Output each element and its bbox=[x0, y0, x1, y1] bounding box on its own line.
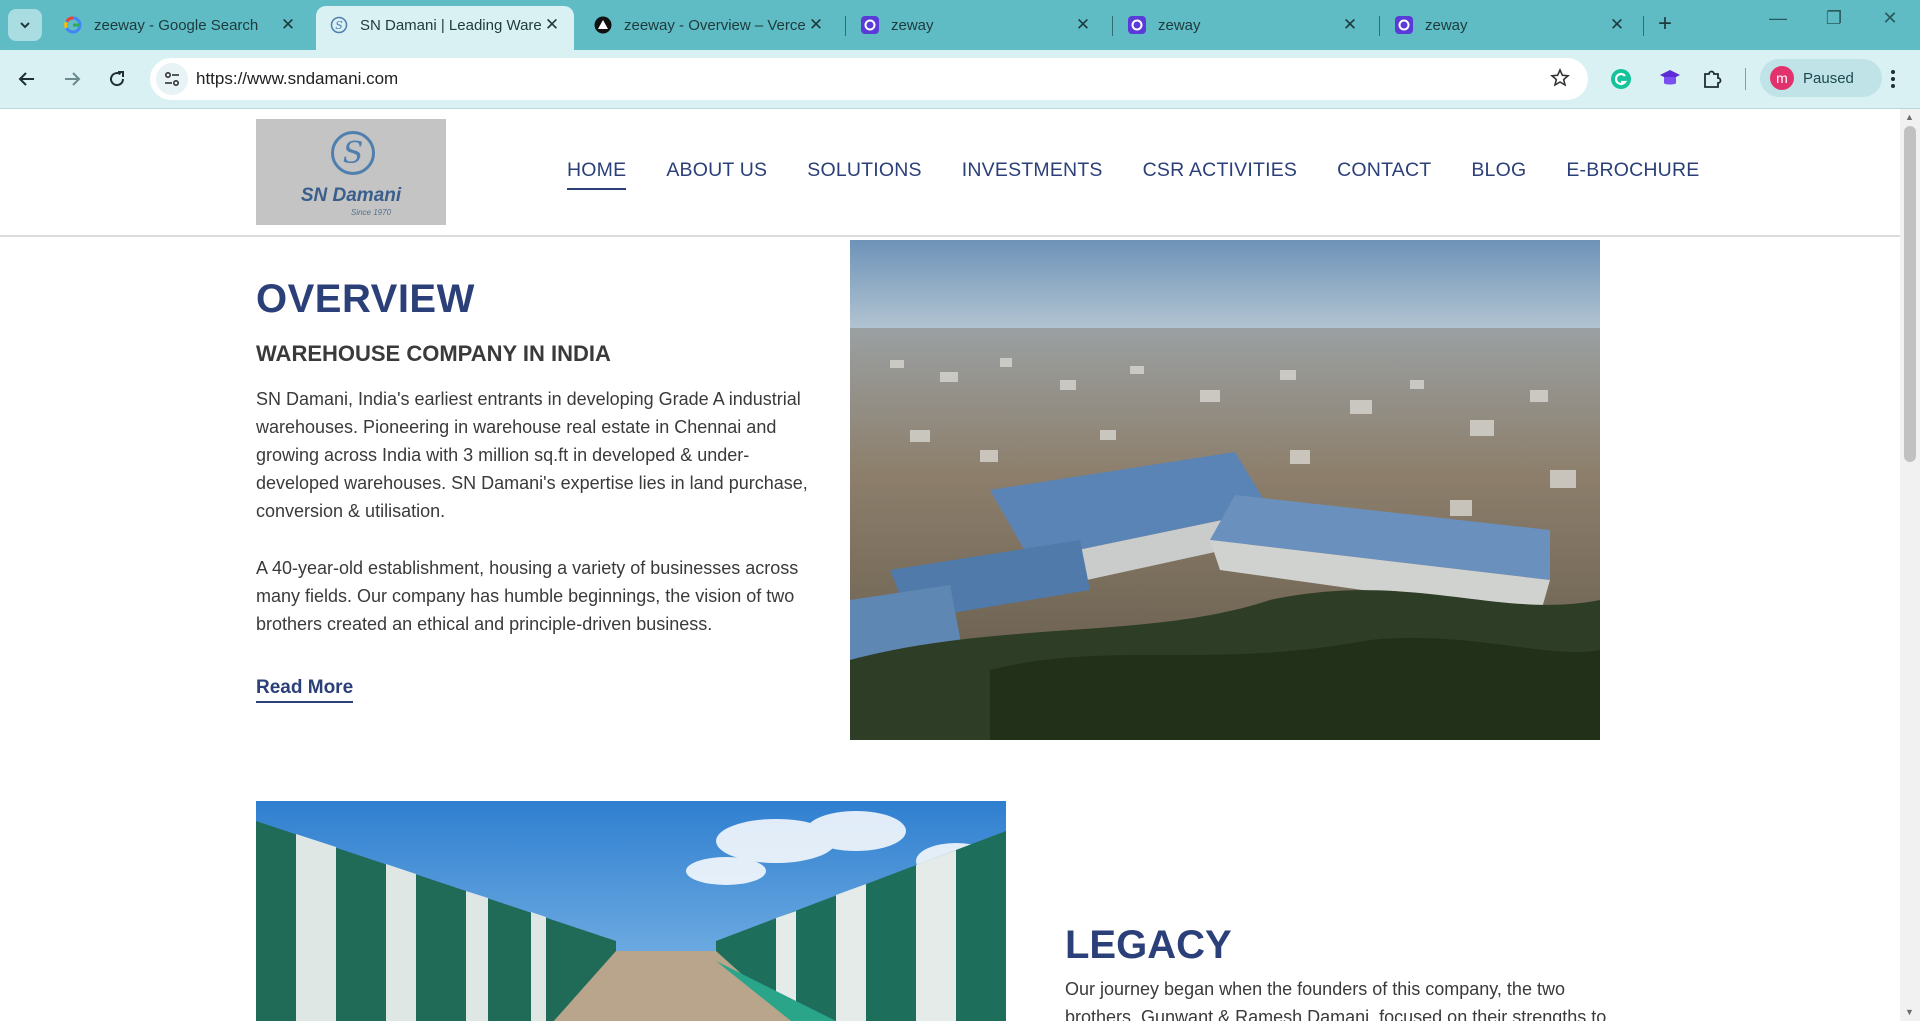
tab-zeway-1[interactable]: zeway ✕ bbox=[847, 6, 1105, 44]
vercel-icon bbox=[594, 16, 612, 34]
chevron-down-icon bbox=[20, 22, 30, 29]
grammarly-extension-icon[interactable] bbox=[1606, 64, 1636, 94]
site-logo[interactable]: S SN Damani Since 1970 bbox=[256, 119, 446, 225]
tab-google-search[interactable]: zeeway - Google Search ✕ bbox=[50, 6, 310, 44]
arrow-right-icon bbox=[65, 72, 81, 86]
close-tab-icon[interactable]: ✕ bbox=[1073, 15, 1093, 35]
tab-title: zeeway - Overview – Verce bbox=[624, 16, 806, 34]
overview-paragraph-2: A 40-year-old establishment, housing a v… bbox=[256, 558, 799, 634]
nav-e-brochure[interactable]: E-BROCHURE bbox=[1566, 159, 1699, 190]
warehouse-corridor-photo bbox=[256, 801, 1006, 1021]
close-window-icon[interactable]: ✕ bbox=[1870, 8, 1910, 29]
reload-icon bbox=[110, 71, 125, 87]
close-tab-icon[interactable]: ✕ bbox=[542, 15, 562, 35]
tab-search-button[interactable] bbox=[8, 9, 42, 41]
bookmark-star-icon[interactable] bbox=[1550, 68, 1570, 93]
google-icon bbox=[64, 16, 82, 34]
tab-separator bbox=[1379, 16, 1380, 36]
extension-with-badge-icon[interactable] bbox=[1655, 64, 1685, 94]
restore-icon[interactable]: ❐ bbox=[1814, 8, 1854, 29]
tab-title: zeeway - Google Search bbox=[94, 16, 259, 34]
tab-zeway-2[interactable]: zeway ✕ bbox=[1114, 6, 1372, 44]
overview-paragraph-1: SN Damani, India's earliest entrants in … bbox=[256, 389, 808, 521]
avatar: m bbox=[1770, 66, 1794, 90]
tab-separator bbox=[1643, 16, 1644, 36]
scroll-down-arrow-icon[interactable]: ▼ bbox=[1905, 1007, 1914, 1017]
main-navigation: HOME ABOUT US SOLUTIONS INVESTMENTS CSR … bbox=[567, 159, 1739, 190]
aerial-warehouse-photo bbox=[850, 240, 1600, 740]
tab-separator bbox=[845, 16, 846, 36]
logo-since: Since 1970 bbox=[350, 208, 392, 217]
profile-status: Paused bbox=[1803, 69, 1854, 87]
tab-sn-damani[interactable]: S SN Damani | Leading Ware ✕ bbox=[316, 6, 574, 50]
legacy-heading: LEGACY bbox=[1065, 923, 1232, 967]
close-tab-icon[interactable]: ✕ bbox=[806, 15, 826, 35]
close-tab-icon[interactable]: ✕ bbox=[1340, 15, 1360, 35]
site-header: S SN Damani Since 1970 HOME ABOUT US SOL… bbox=[0, 109, 1900, 237]
scroll-up-arrow-icon[interactable]: ▲ bbox=[1905, 112, 1914, 122]
site-info-icon[interactable] bbox=[156, 63, 188, 95]
back-button[interactable] bbox=[12, 64, 42, 94]
minimize-icon[interactable]: — bbox=[1758, 8, 1798, 29]
address-bar[interactable]: https://www.sndamani.com bbox=[150, 58, 1588, 100]
overview-subheading: WAREHOUSE COMPANY IN INDIA bbox=[256, 341, 611, 366]
tab-title: zeway bbox=[1158, 16, 1201, 34]
nav-investments[interactable]: INVESTMENTS bbox=[962, 159, 1103, 190]
close-tab-icon[interactable]: ✕ bbox=[1607, 15, 1627, 35]
read-more-link[interactable]: Read More bbox=[256, 677, 354, 703]
nav-solutions[interactable]: SOLUTIONS bbox=[807, 159, 922, 190]
nav-about-us[interactable]: ABOUT US bbox=[666, 159, 767, 190]
reload-button[interactable] bbox=[102, 64, 132, 94]
zeway-icon bbox=[861, 16, 879, 34]
close-tab-icon[interactable]: ✕ bbox=[278, 15, 298, 35]
more-vertical-icon bbox=[1891, 70, 1895, 88]
nav-home[interactable]: HOME bbox=[567, 159, 627, 190]
legacy-paragraph: Our journey began when the founders of t… bbox=[1065, 979, 1607, 1021]
tab-strip: zeeway - Google Search ✕ S SN Damani | L… bbox=[0, 0, 1920, 50]
browser-toolbar: https://www.sndamani.com 15 bbox=[0, 50, 1920, 144]
nav-blog[interactable]: BLOG bbox=[1471, 159, 1526, 190]
extensions-puzzle-icon[interactable] bbox=[1697, 64, 1727, 94]
page-scrollbar[interactable]: ▲ ▼ bbox=[1900, 109, 1920, 1021]
nav-contact[interactable]: CONTACT bbox=[1337, 159, 1431, 190]
svg-text:S: S bbox=[335, 19, 343, 32]
arrow-left-icon bbox=[18, 72, 34, 86]
forward-button[interactable] bbox=[57, 64, 87, 94]
zeway-icon bbox=[1395, 16, 1413, 34]
page-viewport: S SN Damani Since 1970 HOME ABOUT US SOL… bbox=[0, 109, 1900, 1021]
logo-mark: S bbox=[331, 131, 375, 175]
tab-title: zeway bbox=[891, 16, 934, 34]
profile-button[interactable]: m Paused bbox=[1760, 59, 1882, 97]
new-tab-plus-icon[interactable]: + bbox=[1650, 10, 1680, 38]
tab-title: SN Damani | Leading Ware bbox=[360, 16, 542, 34]
tab-title: zeway bbox=[1425, 16, 1468, 34]
tab-vercel[interactable]: zeeway - Overview – Verce ✕ bbox=[580, 6, 838, 44]
overview-heading: OVERVIEW bbox=[256, 277, 475, 321]
sn-damani-icon: S bbox=[330, 16, 348, 34]
logo-name: SN Damani bbox=[300, 185, 402, 206]
nav-csr-activities[interactable]: CSR ACTIVITIES bbox=[1143, 159, 1298, 190]
toolbar-separator bbox=[1745, 68, 1746, 90]
tab-zeway-3[interactable]: zeway ✕ bbox=[1381, 6, 1639, 44]
tab-separator bbox=[1112, 16, 1113, 36]
url-text[interactable]: https://www.sndamani.com bbox=[196, 69, 398, 89]
scrollbar-thumb[interactable] bbox=[1904, 126, 1916, 462]
zeway-icon bbox=[1128, 16, 1146, 34]
browser-menu-button[interactable] bbox=[1880, 64, 1906, 94]
